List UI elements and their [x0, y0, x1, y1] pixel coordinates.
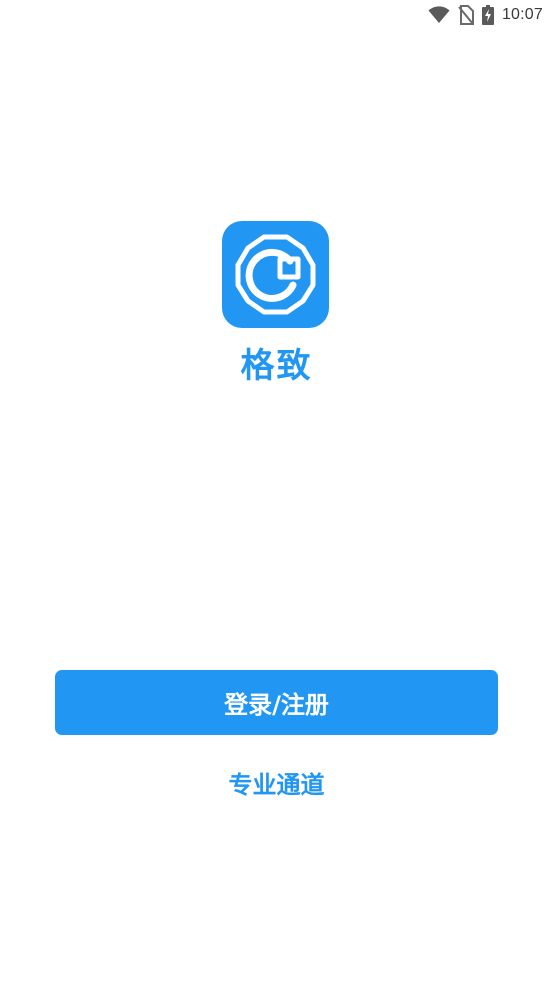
- app-name: 格致: [240, 346, 313, 386]
- app-logo-icon: [222, 221, 329, 328]
- status-icons: 10:07: [428, 5, 543, 25]
- wifi-icon: [428, 6, 450, 24]
- status-bar: 10:07: [0, 0, 553, 32]
- pro-channel-link[interactable]: 专业通道: [0, 765, 553, 800]
- battery-charging-icon: [481, 5, 494, 25]
- status-time: 10:07: [501, 6, 543, 23]
- no-sim-icon: [458, 5, 474, 25]
- login-register-button[interactable]: 登录/注册: [55, 670, 498, 735]
